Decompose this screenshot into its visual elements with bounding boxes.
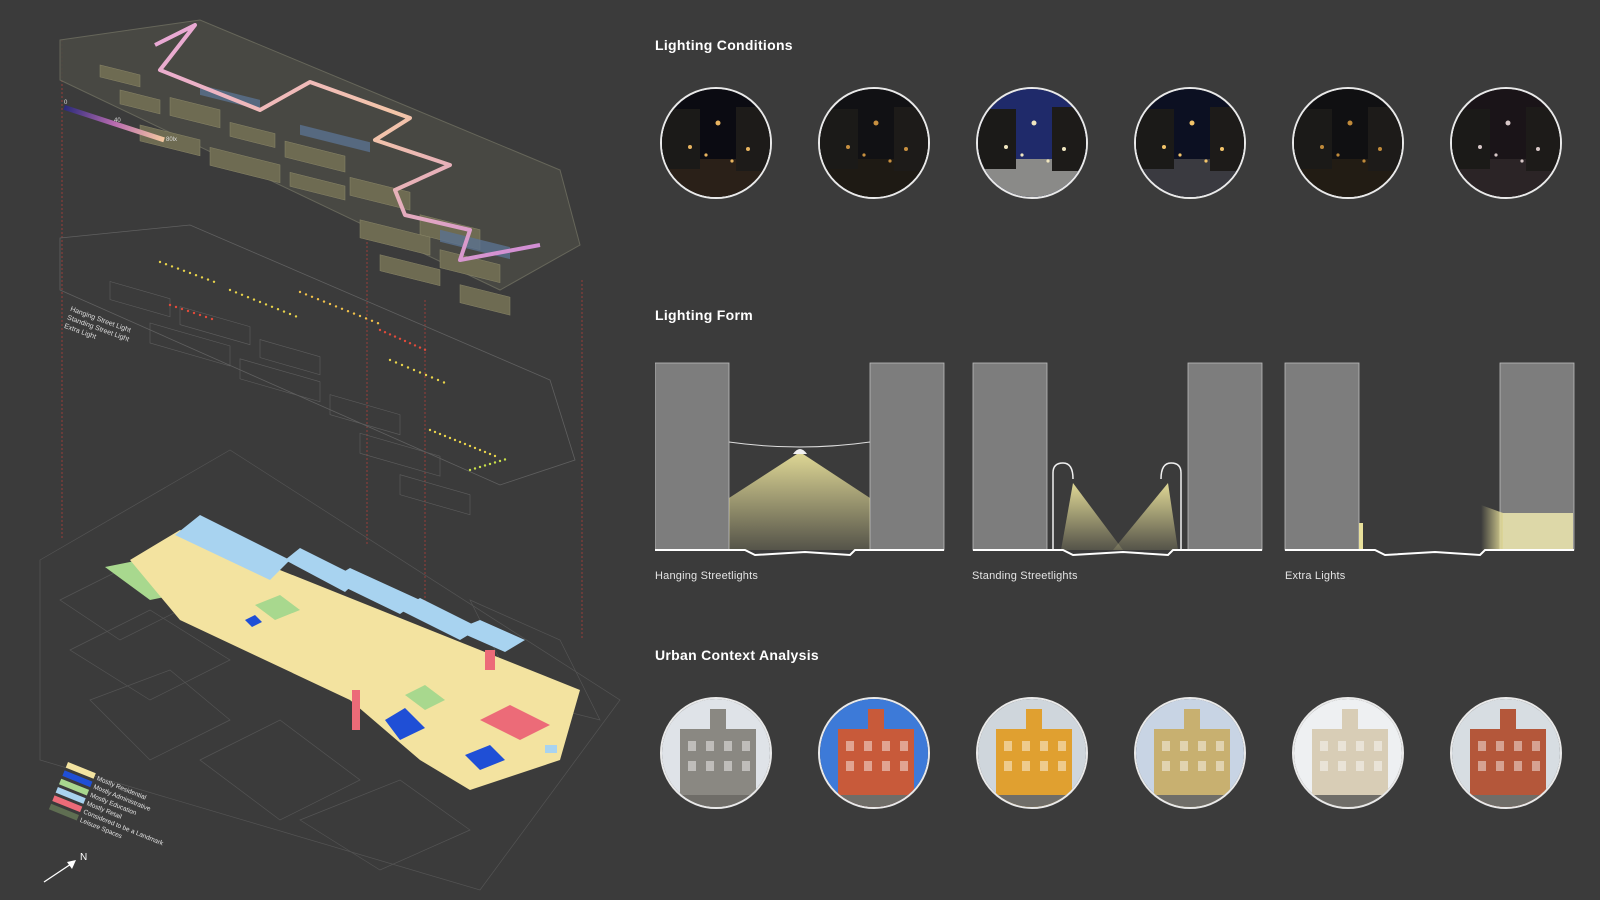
standing-streetlights-label: Standing Streetlights [972, 570, 1078, 582]
lux-mid-label: 40 [114, 118, 121, 124]
night-photo-3 [976, 87, 1088, 199]
lux-min-label: 0 [64, 100, 68, 106]
context-photo-church-tower [1134, 697, 1246, 809]
extra-lights-label: Extra Lights [1285, 570, 1346, 582]
urban-context-photos [660, 697, 1565, 813]
context-photo-red-building [818, 697, 930, 809]
extra-lights-section [1284, 362, 1575, 557]
context-photo-tower [660, 697, 772, 809]
standing-streetlight-section [972, 362, 1263, 557]
night-photo-5 [1292, 87, 1404, 199]
lux-layer: 0 40 80lx [59, 19, 581, 316]
lighting-conditions-title: Lighting Conditions [655, 37, 793, 53]
light-points [158, 260, 507, 472]
night-photo-6 [1450, 87, 1562, 199]
context-photo-market-hall [1450, 697, 1562, 809]
hanging-lamp-icon [793, 449, 807, 454]
lighting-form-title: Lighting Form [655, 307, 753, 323]
lighting-form-sections [655, 362, 1575, 557]
exploded-axonometric-map: 0 40 80lx Hanging Street Light Standing … [39, 19, 621, 891]
lighting-conditions-photos [660, 87, 1565, 203]
land-use-legend: Mostly ResidentialMostly AdministrativeM… [48, 762, 165, 848]
hanging-streetlights-label: Hanging Streetlights [655, 570, 759, 582]
lux-max-label: 80lx [166, 137, 177, 143]
north-arrow-icon: N [43, 852, 87, 883]
land-use-layer [39, 449, 621, 891]
urban-context-title: Urban Context Analysis [655, 647, 820, 663]
context-photo-palace [1292, 697, 1404, 809]
north-label: N [80, 852, 87, 863]
night-photo-2 [818, 87, 930, 199]
hanging-streetlight-section [655, 362, 945, 557]
context-photo-yellow-church [976, 697, 1088, 809]
night-photo-1 [660, 87, 772, 199]
night-photo-4 [1134, 87, 1246, 199]
